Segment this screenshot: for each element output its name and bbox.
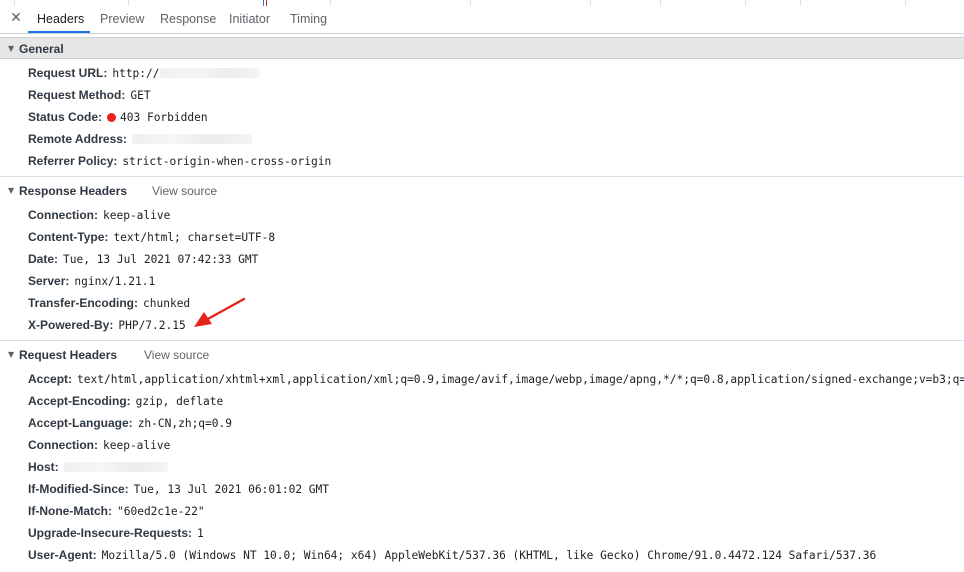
header-key: Referrer Policy:	[28, 154, 118, 168]
header-key: User-Agent:	[28, 548, 97, 562]
header-row-request-method: Request Method: GET	[28, 85, 151, 105]
tab-response[interactable]: Response	[160, 12, 216, 26]
header-value[interactable]: Mozilla/5.0 (Windows NT 10.0; Win64; x64…	[102, 549, 877, 562]
header-value[interactable]: http://	[112, 67, 159, 80]
header-value[interactable]: PHP/7.2.15	[118, 319, 185, 332]
header-key: Accept-Language:	[28, 416, 133, 430]
section-general-header[interactable]: ▼ General	[0, 37, 964, 59]
header-value[interactable]: gzip, deflate	[136, 395, 224, 408]
header-row-transfer-encoding: Transfer-Encoding: chunked	[28, 293, 190, 313]
header-row-connection: Connection: keep-alive	[28, 435, 170, 455]
header-value[interactable]: 403 Forbidden	[120, 111, 208, 124]
tab-bar: ✕ Headers Preview Response Initiator Tim…	[0, 0, 964, 34]
section-divider	[0, 340, 964, 341]
header-row-remote-address: Remote Address:	[28, 129, 252, 149]
header-value[interactable]: text/html,application/xhtml+xml,applicat…	[77, 373, 964, 386]
header-row-accept-language: Accept-Language: zh-CN,zh;q=0.9	[28, 413, 232, 433]
header-key: Host:	[28, 460, 59, 474]
header-value[interactable]: strict-origin-when-cross-origin	[122, 155, 331, 168]
header-value[interactable]: nginx/1.21.1	[74, 275, 155, 288]
tab-preview[interactable]: Preview	[100, 12, 144, 26]
header-row-if-modified-since: If-Modified-Since: Tue, 13 Jul 2021 06:01…	[28, 479, 329, 499]
header-row-accept-encoding: Accept-Encoding: gzip, deflate	[28, 391, 223, 411]
header-key: Remote Address:	[28, 132, 127, 146]
status-error-dot-icon	[107, 113, 117, 122]
header-value[interactable]: GET	[130, 89, 150, 102]
triangle-down-icon: ▼	[8, 350, 15, 359]
view-source-link[interactable]: View source	[152, 180, 217, 202]
view-source-link[interactable]: View source	[144, 344, 209, 366]
header-key: Date:	[28, 252, 59, 266]
section-divider	[0, 176, 964, 177]
section-response-headers-header[interactable]: ▼ Response Headers View source	[0, 180, 964, 202]
header-key: Accept:	[28, 372, 73, 386]
header-row-date: Date: Tue, 13 Jul 2021 07:42:33 GMT	[28, 249, 258, 269]
network-headers-panel: ✕ Headers Preview Response Initiator Tim…	[0, 0, 964, 572]
redacted-value	[159, 68, 260, 78]
triangle-down-icon: ▼	[8, 186, 15, 195]
header-row-content-type: Content-Type: text/html; charset=UTF-8	[28, 227, 275, 247]
redacted-value	[63, 462, 168, 472]
header-key: Content-Type:	[28, 230, 109, 244]
header-row-server: Server: nginx/1.21.1	[28, 271, 155, 291]
tab-headers[interactable]: Headers	[37, 12, 84, 26]
section-request-headers-header[interactable]: ▼ Request Headers View source	[0, 344, 964, 366]
header-row-referrer-policy: Referrer Policy: strict-origin-when-cross…	[28, 151, 331, 171]
header-value[interactable]: text/html; charset=UTF-8	[113, 231, 275, 244]
header-key: Server:	[28, 274, 70, 288]
section-title: Request Headers	[19, 348, 118, 362]
timeline-ticks	[0, 0, 964, 6]
header-key: If-Modified-Since:	[28, 482, 129, 496]
header-row-status-code: Status Code: 403 Forbidden	[28, 107, 208, 127]
header-value[interactable]: 1	[197, 527, 204, 540]
header-key: Transfer-Encoding:	[28, 296, 139, 310]
redacted-value	[131, 134, 252, 144]
header-key: Status Code:	[28, 110, 103, 124]
header-key: Connection:	[28, 208, 98, 222]
header-row-x-powered-by: X-Powered-By: PHP/7.2.15	[28, 315, 186, 335]
header-row-upgrade-insecure-requests: Upgrade-Insecure-Requests: 1	[28, 523, 204, 543]
header-row-accept: Accept: text/html,application/xhtml+xml,a…	[28, 369, 964, 389]
header-key: Accept-Encoding:	[28, 394, 131, 408]
section-title: Response Headers	[19, 184, 128, 198]
header-value[interactable]: zh-CN,zh;q=0.9	[138, 417, 232, 430]
header-value[interactable]: keep-alive	[103, 439, 170, 452]
tab-initiator[interactable]: Initiator	[229, 12, 270, 26]
header-value[interactable]: Tue, 13 Jul 2021 06:01:02 GMT	[134, 483, 329, 496]
header-key: X-Powered-By:	[28, 318, 114, 332]
header-value[interactable]: keep-alive	[103, 209, 170, 222]
active-tab-indicator	[28, 31, 90, 33]
header-value[interactable]: "60ed2c1e-22"	[117, 505, 205, 518]
section-title: General	[19, 42, 64, 56]
header-key: Request Method:	[28, 88, 126, 102]
header-key: Upgrade-Insecure-Requests:	[28, 526, 193, 540]
header-row-user-agent: User-Agent: Mozilla/5.0 (Windows NT 10.0;…	[28, 545, 876, 565]
header-row-host: Host:	[28, 457, 168, 477]
close-icon[interactable]: ✕	[9, 11, 23, 25]
header-row-if-none-match: If-None-Match: "60ed2c1e-22"	[28, 501, 205, 521]
header-key: Request URL:	[28, 66, 108, 80]
header-key: If-None-Match:	[28, 504, 112, 518]
header-row-connection: Connection: keep-alive	[28, 205, 170, 225]
header-value[interactable]: Tue, 13 Jul 2021 07:42:33 GMT	[63, 253, 258, 266]
red-arrow-icon	[194, 297, 246, 327]
header-row-request-url: Request URL: http://	[28, 63, 260, 83]
triangle-down-icon: ▼	[8, 44, 15, 53]
tab-timing[interactable]: Timing	[290, 12, 327, 26]
header-key: Connection:	[28, 438, 98, 452]
header-value[interactable]: chunked	[143, 297, 190, 310]
